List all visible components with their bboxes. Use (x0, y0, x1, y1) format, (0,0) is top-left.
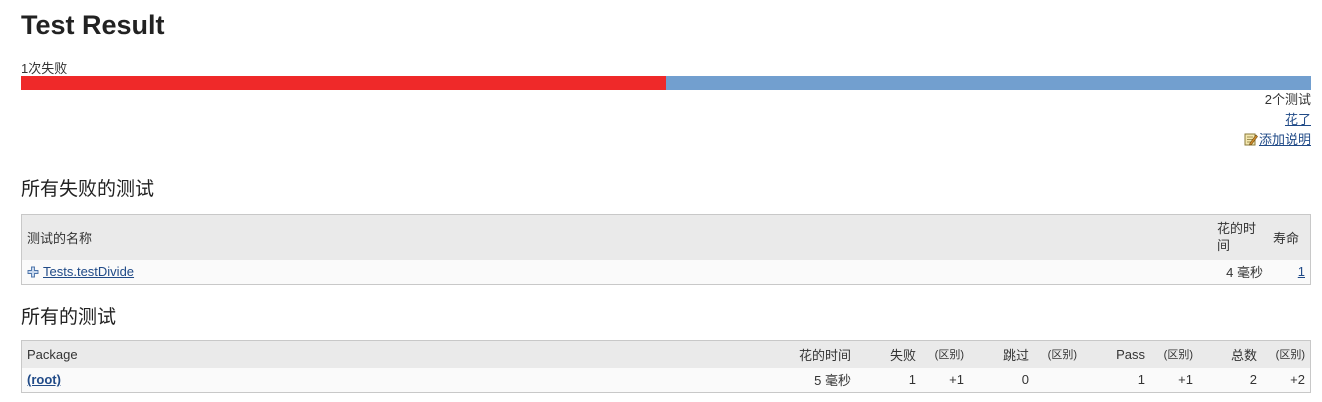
test-duration: 4 毫秒 (1212, 259, 1268, 285)
page-title: Test Result (21, 10, 165, 40)
table-row: Tests.testDivide 4 毫秒 1 (21, 259, 1311, 285)
column-skip[interactable]: 跳过 (969, 340, 1034, 368)
failed-tests-table: 测试的名称 花的时间 寿命 Tests.testDivide 4 毫秒 1 (21, 214, 1311, 285)
took-link[interactable]: 花了 (1285, 112, 1311, 127)
table-row: (root) 5 毫秒 1 +1 0 1 +1 2 +2 (21, 367, 1311, 393)
column-package[interactable]: Package (21, 340, 774, 368)
all-tests-heading: 所有的测试 (21, 307, 117, 328)
package-duration: 5 毫秒 (774, 367, 856, 393)
skip-diff (1034, 367, 1082, 393)
total-count: 2 (1198, 367, 1262, 393)
column-total[interactable]: 总数 (1198, 340, 1262, 368)
result-progress-bar (21, 76, 1311, 90)
total-diff: +2 (1262, 367, 1311, 393)
pass-diff: +1 (1150, 367, 1198, 393)
failed-portion (21, 76, 666, 90)
column-fail-diff[interactable]: (区别) (921, 340, 969, 368)
test-age-link[interactable]: 1 (1298, 264, 1305, 279)
pass-count: 1 (1082, 367, 1150, 393)
test-count: 2个测试 (1264, 92, 1311, 107)
column-fail[interactable]: 失败 (856, 340, 921, 368)
fail-diff: +1 (921, 367, 969, 393)
column-duration[interactable]: 花的时间 (1212, 214, 1268, 260)
fail-summary: 1次失败 (21, 61, 68, 76)
notepad-edit-icon (1244, 133, 1258, 146)
column-pass-diff[interactable]: (区别) (1150, 340, 1198, 368)
column-skip-diff[interactable]: (区别) (1034, 340, 1082, 368)
summary-panel: 2个测试 花了 添加说明 (1244, 90, 1311, 150)
all-tests-table: Package 花的时间 失败 (区别) 跳过 (区别) Pass (区别) 总… (21, 340, 1311, 393)
package-link[interactable]: (root) (27, 372, 61, 387)
column-total-diff[interactable]: (区别) (1262, 340, 1311, 368)
test-name-link[interactable]: Tests.testDivide (43, 264, 134, 279)
plus-icon[interactable] (27, 266, 39, 278)
column-duration[interactable]: 花的时间 (774, 340, 856, 368)
skip-count: 0 (969, 367, 1034, 393)
column-age[interactable]: 寿命 (1268, 214, 1311, 260)
column-pass[interactable]: Pass (1082, 340, 1150, 368)
failed-tests-heading: 所有失败的测试 (21, 179, 155, 200)
table-header-row: 测试的名称 花的时间 寿命 (21, 214, 1311, 260)
column-test-name[interactable]: 测试的名称 (21, 214, 1212, 260)
add-description-link[interactable]: 添加说明 (1259, 132, 1311, 147)
fail-count: 1 (856, 367, 921, 393)
table-header-row: Package 花的时间 失败 (区别) 跳过 (区别) Pass (区别) 总… (21, 340, 1311, 368)
test-result-page: Test Result 1次失败 2个测试 花了 添加说明 所有失败的测试 测试… (0, 0, 1322, 402)
